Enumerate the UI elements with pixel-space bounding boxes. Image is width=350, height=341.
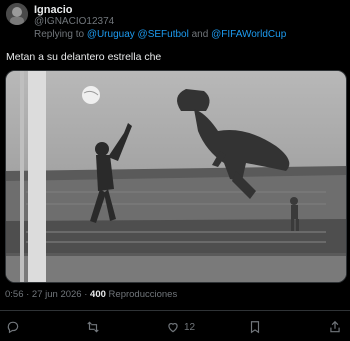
action-bar: 12: [0, 316, 350, 338]
share-button[interactable]: [328, 318, 342, 336]
bookmark-button[interactable]: [248, 318, 262, 336]
reply-context: Replying to @Uruguay @SEFutbol and @FIFA…: [34, 29, 286, 40]
views-count: 400: [90, 289, 106, 300]
likes-count: 12: [184, 321, 196, 333]
mention-fifaworldcup[interactable]: @FIFAWorldCup: [211, 29, 286, 40]
retweet-button[interactable]: [86, 318, 100, 336]
divider: [0, 310, 350, 311]
mention-sefutbol[interactable]: @SEFutbol: [138, 29, 189, 40]
reply-button[interactable]: [6, 318, 20, 336]
tweet-meta: 0:56 · 27 jun 2026 · 400 Reproducciones: [5, 289, 177, 300]
like-icon: [168, 323, 178, 333]
reply-icon: [7, 321, 19, 334]
retweet-icon: [87, 321, 99, 333]
display-name[interactable]: Ignacio: [34, 4, 73, 16]
tweet-media[interactable]: [5, 70, 347, 283]
like-button[interactable]: 12: [166, 318, 195, 336]
tweet-header: Ignacio @IGNACIO12374 Replying to @Urugu…: [0, 0, 350, 44]
mention-joiner: and: [191, 29, 209, 40]
user-handle[interactable]: @IGNACIO12374: [34, 16, 114, 27]
views-label: Reproducciones: [108, 289, 178, 300]
bookmark-icon: [250, 321, 260, 334]
tweet-text: Metan a su delantero estrella che: [6, 51, 162, 63]
avatar-image: [6, 3, 28, 25]
share-icon: [330, 320, 340, 333]
reply-prefix: Replying to: [34, 29, 85, 40]
timestamp[interactable]: 0:56 · 27 jun 2026 ·: [5, 289, 87, 300]
avatar[interactable]: [6, 3, 28, 25]
media-image: [6, 71, 346, 282]
mention-uruguay[interactable]: @Uruguay: [87, 29, 135, 40]
